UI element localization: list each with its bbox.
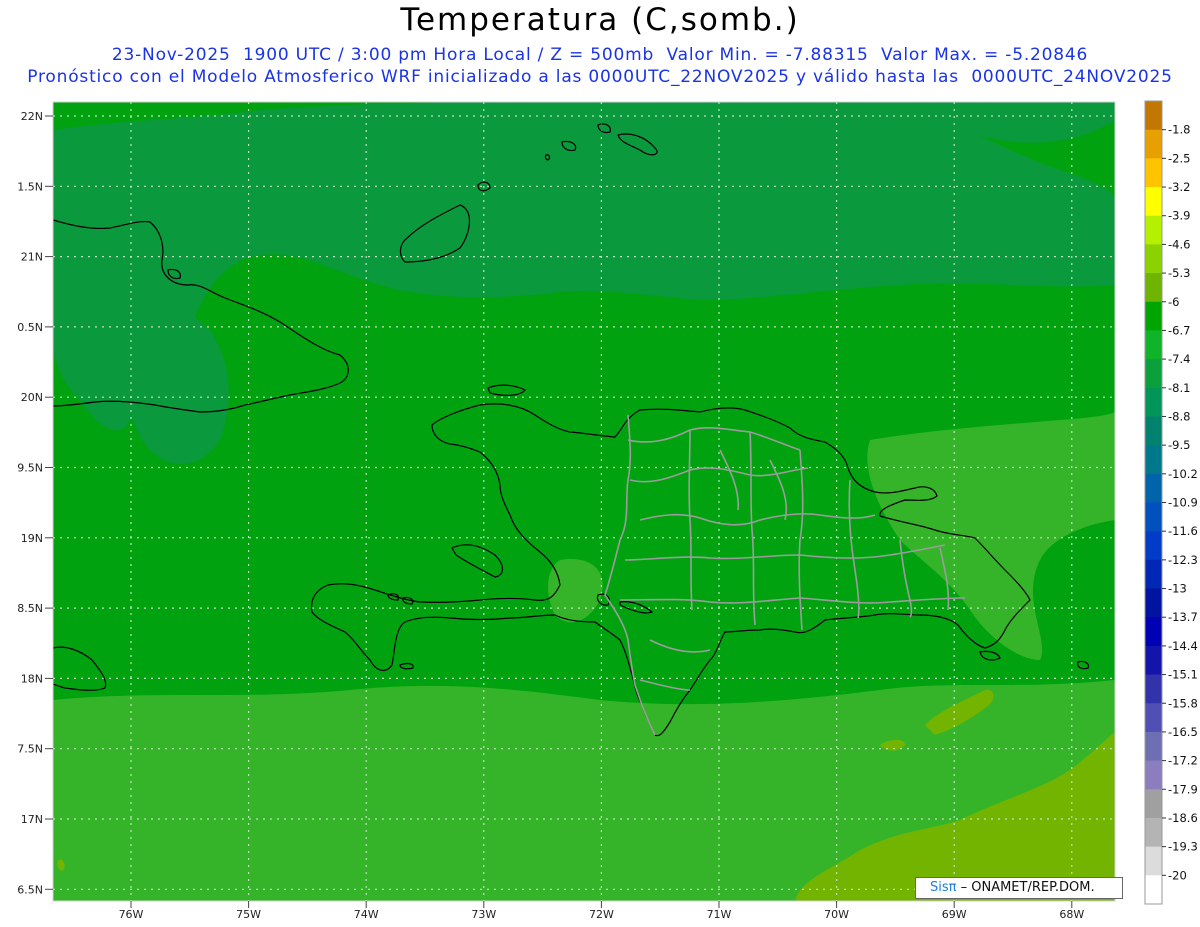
colorbar-swatch bbox=[1145, 359, 1162, 389]
colorbar-swatch bbox=[1145, 846, 1162, 876]
colorbar-swatch bbox=[1145, 559, 1162, 590]
lat-label: 0.5N bbox=[17, 321, 43, 334]
latitude-axis: 22N 1.5N 21N 0.5N 20N 9.5N 19N 8.5N 18N 7.5N 17N 6.… bbox=[17, 110, 53, 896]
colorbar: -1.8 -2.5 -3.2 -3.9 -4.6 -5.3 -6 -6.7 -7.4 -8.1 -8… bbox=[1144, 100, 1198, 905]
credit-box: Sisπ – ONAMET/REP.DOM. bbox=[915, 877, 1123, 899]
colorbar-swatch bbox=[1145, 588, 1162, 618]
lat-label: 8.5N bbox=[17, 602, 43, 615]
colorbar-swatch bbox=[1145, 531, 1162, 561]
lon-label: 73W bbox=[471, 908, 496, 921]
lon-label: 74W bbox=[354, 908, 379, 921]
colorbar-swatch bbox=[1145, 273, 1162, 303]
colorbar-swatch bbox=[1145, 301, 1162, 331]
colorbar-swatch bbox=[1145, 187, 1162, 217]
lat-label: 18N bbox=[21, 672, 43, 685]
colorbar-swatch bbox=[1145, 731, 1162, 762]
colorbar-label: -11.6 bbox=[1168, 524, 1198, 538]
colorbar-label: -20 bbox=[1168, 868, 1187, 882]
colorbar-label: -1.8 bbox=[1168, 123, 1190, 137]
colorbar-label: -10.2 bbox=[1168, 467, 1198, 481]
colorbar-label: -8.1 bbox=[1168, 381, 1190, 395]
lon-label: 72W bbox=[589, 908, 614, 921]
temperature-field bbox=[53, 102, 1115, 901]
colorbar-label: -14.4 bbox=[1168, 639, 1198, 653]
colorbar-label: -6 bbox=[1168, 295, 1179, 309]
lon-label: 75W bbox=[236, 908, 261, 921]
colorbar-swatch bbox=[1145, 617, 1162, 647]
colorbar-label: -8.8 bbox=[1168, 409, 1190, 423]
colorbar-swatch bbox=[1145, 760, 1162, 790]
colorbar-swatch bbox=[1145, 445, 1162, 475]
lat-label: 9.5N bbox=[17, 462, 43, 475]
lat-label: 7.5N bbox=[17, 743, 43, 756]
colorbar-swatch bbox=[1145, 875, 1162, 905]
colorbar-swatch bbox=[1145, 703, 1162, 733]
colorbar-swatch bbox=[1145, 244, 1162, 274]
lat-label: 21N bbox=[21, 251, 43, 264]
colorbar-label: -3.9 bbox=[1168, 209, 1190, 223]
lon-label: 69W bbox=[942, 908, 967, 921]
colorbar-swatch bbox=[1145, 473, 1162, 503]
lon-label: 68W bbox=[1059, 908, 1084, 921]
colorbar-swatch bbox=[1145, 387, 1162, 417]
colorbar-swatch bbox=[1145, 330, 1162, 360]
credit-brand: Sisπ bbox=[930, 880, 957, 895]
colorbar-label: -13 bbox=[1168, 582, 1187, 596]
colorbar-label: -5.3 bbox=[1168, 266, 1190, 280]
colorbar-swatch bbox=[1145, 789, 1162, 819]
colorbar-swatch bbox=[1145, 101, 1162, 131]
lat-label: 6.5N bbox=[17, 883, 43, 896]
colorbar-label: -13.7 bbox=[1168, 610, 1198, 624]
lon-label: 76W bbox=[119, 908, 144, 921]
lat-label: 20N bbox=[21, 391, 43, 404]
colorbar-label: -7.4 bbox=[1168, 352, 1190, 366]
colorbar-label: -18.6 bbox=[1168, 811, 1198, 825]
colorbar-label: -15.1 bbox=[1168, 668, 1198, 682]
credit-text: – ONAMET/REP.DOM. bbox=[956, 880, 1095, 895]
colorbar-label: -4.6 bbox=[1168, 237, 1190, 251]
colorbar-label: -10.9 bbox=[1168, 496, 1198, 510]
lat-label: 1.5N bbox=[17, 180, 43, 193]
map-canvas: 22N 1.5N 21N 0.5N 20N 9.5N 19N 8.5N 18N 7.5N 17N 6.… bbox=[17, 100, 1198, 921]
colorbar-label: -3.2 bbox=[1168, 180, 1190, 194]
lon-label: 71W bbox=[707, 908, 732, 921]
colorbar-swatch bbox=[1145, 674, 1162, 704]
longitude-axis: 76W 75W 74W 73W 72W 71W 70W 69W 68W bbox=[119, 901, 1084, 921]
colorbar-label: -15.8 bbox=[1168, 696, 1198, 710]
colorbar-label: -6.7 bbox=[1168, 323, 1190, 337]
lat-label: 19N bbox=[21, 532, 43, 545]
colorbar-swatch bbox=[1145, 158, 1162, 188]
lon-label: 70W bbox=[824, 908, 849, 921]
colorbar-swatch bbox=[1145, 502, 1162, 532]
colorbar-label: -2.5 bbox=[1168, 151, 1190, 165]
colorbar-label: -17.2 bbox=[1168, 754, 1198, 768]
colorbar-swatch bbox=[1145, 645, 1162, 676]
lat-label: 17N bbox=[21, 813, 43, 826]
colorbar-label: -16.5 bbox=[1168, 725, 1198, 739]
colorbar-swatch bbox=[1145, 817, 1162, 848]
colorbar-label: -9.5 bbox=[1168, 438, 1190, 452]
colorbar-label: -12.3 bbox=[1168, 553, 1198, 567]
colorbar-swatch bbox=[1145, 129, 1162, 159]
colorbar-swatch bbox=[1145, 215, 1162, 245]
colorbar-swatch bbox=[1145, 416, 1162, 446]
colorbar-label: -17.9 bbox=[1168, 782, 1198, 796]
lat-label: 22N bbox=[21, 110, 43, 123]
colorbar-label: -19.3 bbox=[1168, 840, 1198, 854]
